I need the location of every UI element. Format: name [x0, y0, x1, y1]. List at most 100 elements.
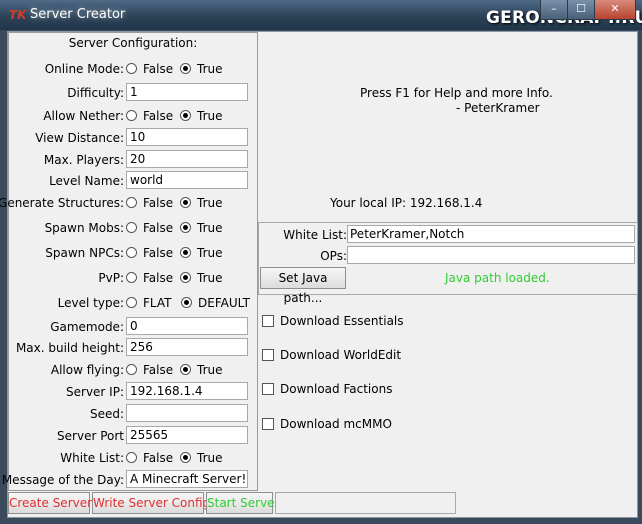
java-status-text: Java path loaded.	[445, 271, 550, 285]
config-input[interactable]	[126, 404, 248, 422]
radio-label: True	[197, 363, 223, 377]
radio-button-icon[interactable]	[180, 452, 191, 463]
config-input[interactable]: 10	[126, 128, 248, 146]
radio-button-icon[interactable]	[126, 364, 137, 375]
config-label: Level type:	[57, 296, 124, 310]
set-java-path-button[interactable]: Set Java path...	[260, 267, 346, 305]
config-row: PvP: False True	[9, 267, 257, 289]
radio-button-icon[interactable]	[180, 110, 191, 121]
config-row: Difficulty: 1	[9, 82, 257, 104]
checkbox-icon[interactable]	[262, 418, 274, 430]
config-row: Server IP: 192.168.1.4	[9, 381, 257, 403]
minimize-button[interactable]: –	[540, 0, 568, 20]
config-input[interactable]: 1	[126, 83, 248, 101]
radio-button-icon[interactable]	[126, 272, 137, 283]
radio-button-icon[interactable]	[180, 197, 191, 208]
radio-button-icon[interactable]	[126, 63, 137, 74]
window-title: Server Creator	[30, 7, 126, 22]
config-input[interactable]: 25565	[126, 426, 248, 444]
radio-label: True	[197, 109, 223, 123]
radio-label: False	[143, 221, 174, 235]
app-icon: TK	[9, 8, 27, 22]
radio-label: True	[197, 246, 223, 260]
radio-label: False	[143, 246, 174, 260]
radio-button-icon[interactable]	[126, 110, 137, 121]
radio-label: True	[197, 221, 223, 235]
config-label: PvP:	[98, 271, 124, 285]
write-config-button[interactable]: Write Server Config	[92, 492, 210, 514]
config-row: Server Port 25565	[9, 425, 257, 447]
config-label: Allow Nether:	[43, 109, 124, 123]
checkbox-icon[interactable]	[262, 349, 274, 361]
create-server-button[interactable]: Create Server!	[8, 492, 97, 514]
radio-button-icon[interactable]	[180, 272, 191, 283]
config-label: Spawn NPCs:	[45, 246, 124, 260]
radio-button-icon[interactable]	[126, 222, 137, 233]
window-client-area: Server Configuration: Online Mode: False T…	[0, 31, 638, 518]
config-input[interactable]: 0	[126, 317, 248, 335]
radio-button-icon[interactable]	[126, 452, 137, 463]
config-label: Server IP:	[66, 385, 124, 399]
write-config-label: Write Server Config	[93, 496, 211, 510]
config-input[interactable]: 256	[126, 338, 248, 356]
config-label: Allow flying:	[50, 363, 124, 377]
radio-label: False	[143, 271, 174, 285]
radio-button-icon[interactable]	[180, 222, 191, 233]
config-row: Max. build height: 256	[9, 337, 257, 359]
close-button[interactable]: ✕	[594, 0, 636, 20]
config-row: White List: False True	[9, 447, 257, 469]
radio-label: False	[143, 109, 174, 123]
config-label: Max. build height:	[15, 341, 124, 355]
lists-panel: White List: PeterKramer,Notch OPs: Set J…	[258, 222, 638, 305]
config-label: Message of the Day:	[1, 473, 124, 487]
title-bar: TK Server Creator GERONCRAFT.RU – ☐ ✕	[0, 0, 642, 30]
create-server-label: Create Server!	[9, 496, 97, 510]
radio-button-icon[interactable]	[180, 247, 191, 258]
config-row: Online Mode: False True	[9, 58, 257, 80]
config-label: White List:	[60, 451, 124, 465]
ops-input[interactable]	[347, 246, 635, 264]
radio-label: True	[197, 62, 223, 76]
radio-label: FLAT	[143, 296, 172, 310]
config-label: Level Name:	[49, 174, 124, 188]
config-label: Seed:	[89, 407, 124, 421]
maximize-button[interactable]: ☐	[567, 0, 595, 20]
whitelist-label: White List:	[283, 228, 347, 242]
checkbox-icon[interactable]	[262, 315, 274, 327]
radio-button-icon[interactable]	[180, 63, 191, 74]
help-text: Press F1 for Help and more Info.	[360, 86, 553, 100]
config-row: Level Name: world	[9, 170, 257, 192]
whitelist-input[interactable]: PeterKramer,Notch	[347, 225, 635, 243]
ops-label: OPs:	[320, 249, 347, 263]
start-server-label: Start Server	[207, 496, 280, 510]
status-field	[275, 492, 456, 514]
config-label: Spawn Mobs:	[44, 221, 124, 235]
config-row: Allow flying: False True	[9, 359, 257, 381]
radio-button-icon[interactable]	[181, 297, 192, 308]
config-input[interactable]: world	[126, 171, 248, 189]
config-row: Max. Players: 20	[9, 149, 257, 171]
download-label: Download Essentials	[280, 314, 404, 328]
config-input[interactable]: A Minecraft Server!	[126, 470, 248, 488]
radio-button-icon[interactable]	[126, 197, 137, 208]
local-ip-label: Your local IP: 192.168.1.4	[330, 196, 483, 210]
radio-label: False	[143, 363, 174, 377]
config-input[interactable]: 20	[126, 150, 248, 168]
help-author: - PeterKramer	[456, 101, 540, 115]
config-row: View Distance: 10	[9, 127, 257, 149]
action-bar: Create Server! Write Server Config Start…	[8, 491, 457, 516]
checkbox-icon[interactable]	[262, 383, 274, 395]
radio-button-icon[interactable]	[180, 364, 191, 375]
config-row: Allow Nether: False True	[9, 105, 257, 127]
radio-label: DEFAULT	[198, 296, 250, 310]
config-row: Seed:	[9, 403, 257, 425]
config-label: View Distance:	[35, 131, 124, 145]
start-server-button[interactable]: Start Server	[206, 492, 279, 514]
config-row: Level type: FLAT DEFAULT	[9, 292, 257, 314]
radio-button-icon[interactable]	[126, 247, 137, 258]
radio-button-icon[interactable]	[126, 297, 137, 308]
config-label: Gamemode:	[50, 320, 124, 334]
radio-label: True	[197, 196, 223, 210]
config-input[interactable]: 192.168.1.4	[126, 382, 248, 400]
download-label: Download WorldEdit	[280, 348, 402, 362]
